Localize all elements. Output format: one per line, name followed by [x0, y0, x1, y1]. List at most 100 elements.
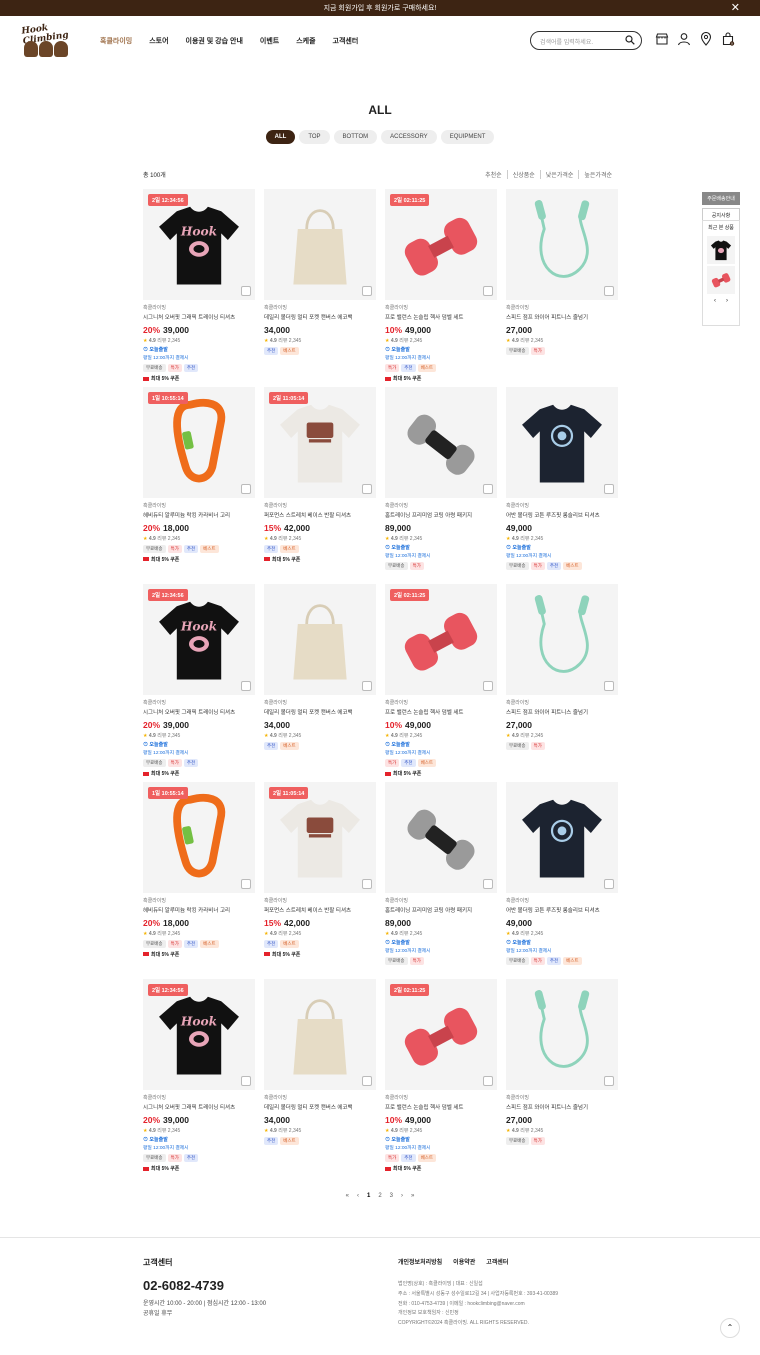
filter-equipment[interactable]: EQUIPMENT: [440, 130, 495, 144]
product-card[interactable]: 훅클라이밍 홈트레이닝 프리미엄 코팅 아령 패키지 89,000 ★ 4.9 리뷰 …: [385, 386, 497, 585]
add-to-cart-icon[interactable]: [362, 681, 372, 691]
product-image[interactable]: [506, 189, 618, 300]
add-to-cart-icon[interactable]: [241, 286, 251, 296]
nav-item-schedule[interactable]: 스케줄: [296, 36, 315, 46]
page-2[interactable]: 2: [378, 1193, 381, 1199]
product-image[interactable]: 2일 02:11:25: [385, 979, 497, 1090]
product-card[interactable]: 훅클라이밍 데일리 볼더링 멀티 포켓 캔버스 에코백 34,000 ★ 4.9 리뷰…: [264, 584, 376, 782]
product-image[interactable]: [385, 386, 497, 498]
add-to-cart-icon[interactable]: [483, 483, 493, 494]
product-name[interactable]: 어반 볼더링 코튼 루즈핏 롱슬리브 티셔츠: [506, 906, 618, 914]
add-to-cart-icon[interactable]: [241, 878, 251, 889]
product-name[interactable]: 스피드 점프 와이어 피트니스 줄넘기: [506, 313, 618, 321]
add-to-cart-icon[interactable]: [483, 681, 493, 691]
sort-recommended[interactable]: 추천순: [480, 170, 507, 179]
page-1[interactable]: 1: [367, 1193, 370, 1199]
page-first[interactable]: «: [346, 1193, 349, 1199]
sort-low-price[interactable]: 낮은가격순: [539, 170, 579, 179]
product-image[interactable]: [506, 781, 618, 893]
product-name[interactable]: 데일리 볼더링 멀티 포켓 캔버스 에코백: [264, 313, 376, 321]
add-to-cart-icon[interactable]: [241, 681, 251, 691]
product-image[interactable]: [506, 386, 618, 498]
add-to-cart-icon[interactable]: [604, 483, 614, 494]
nav-item-store[interactable]: 스토어: [149, 36, 168, 46]
product-card[interactable]: 훅클라이밍 어반 볼더링 코튼 루즈핏 롱슬리브 티셔츠 49,000 ★ 4.9 리…: [506, 386, 618, 585]
product-card[interactable]: Hook 2일 12:34:56 훅클라이밍 시그니처 오버핏 그래픽 트레이닝 티셔…: [143, 584, 255, 782]
product-name[interactable]: 데일리 볼더링 멀티 포켓 캔버스 에코백: [264, 1103, 376, 1111]
product-card[interactable]: 1일 10:55:14 훅클라이밍 헤비듀티 알루미늄 락킹 카라비너 고리 20% 1…: [143, 781, 255, 980]
page-next[interactable]: ›: [401, 1193, 403, 1199]
nav-item-cs[interactable]: 고객센터: [333, 36, 359, 46]
product-image[interactable]: 2일 11:05:14: [264, 781, 376, 893]
user-icon[interactable]: [677, 32, 691, 46]
add-to-cart-icon[interactable]: [362, 483, 372, 494]
add-to-cart-icon[interactable]: [604, 1076, 614, 1086]
product-card[interactable]: 훅클라이밍 데일리 볼더링 멀티 포켓 캔버스 에코백 34,000 ★ 4.9 리뷰…: [264, 979, 376, 1177]
filter-accessory[interactable]: ACCESSORY: [381, 130, 437, 144]
product-card[interactable]: 2일 02:11:25 훅클라이밍 프로 밸런스 논슬립 헥사 덤벨 세트 10% 49…: [385, 584, 497, 782]
search-input[interactable]: 검색어를 입력하세요.: [530, 31, 642, 50]
sort-high-price[interactable]: 높은가격순: [578, 170, 617, 179]
footer-privacy-link[interactable]: 개인정보처리방침: [398, 1257, 442, 1266]
product-card[interactable]: 훅클라이밍 홈트레이닝 프리미엄 코팅 아령 패키지 89,000 ★ 4.9 리뷰 …: [385, 781, 497, 980]
nav-item-pass[interactable]: 이용권 및 강습 안내: [186, 36, 243, 46]
product-card[interactable]: Hook 2일 12:34:56 훅클라이밍 시그니처 오버핏 그래픽 트레이닝 티셔…: [143, 979, 255, 1177]
product-name[interactable]: 프로 밸런스 논슬립 헥사 덤벨 세트: [385, 1103, 497, 1111]
search-icon[interactable]: [625, 35, 635, 45]
product-name[interactable]: 시그니처 오버핏 그래픽 트레이닝 티셔츠: [143, 1103, 255, 1111]
product-name[interactable]: 퍼포먼스 스트레치 베이스 반팔 티셔츠: [264, 511, 376, 519]
product-image[interactable]: [506, 584, 618, 695]
product-name[interactable]: 홈트레이닝 프리미엄 코팅 아령 패키지: [385, 511, 497, 519]
scroll-top-button[interactable]: ⌃: [720, 1318, 740, 1338]
footer-terms-link[interactable]: 이용약관: [453, 1257, 475, 1266]
nav-item-event[interactable]: 이벤트: [260, 36, 279, 46]
order-guide-button[interactable]: 주문배송안내: [702, 192, 740, 205]
product-name[interactable]: 헤비듀티 알루미늄 락킹 카라비너 고리: [143, 906, 255, 914]
page-3[interactable]: 3: [390, 1193, 393, 1199]
filter-top[interactable]: TOP: [299, 130, 330, 144]
filter-bottom[interactable]: BOTTOM: [333, 130, 378, 144]
product-name[interactable]: 시그니처 오버핏 그래픽 트레이닝 티셔츠: [143, 708, 255, 716]
store-icon[interactable]: [655, 32, 669, 46]
page-last[interactable]: »: [411, 1193, 414, 1199]
add-to-cart-icon[interactable]: [604, 681, 614, 691]
product-image[interactable]: 2일 11:05:14: [264, 386, 376, 498]
product-name[interactable]: 시그니처 오버핏 그래픽 트레이닝 티셔츠: [143, 313, 255, 321]
cart-icon[interactable]: 0: [721, 32, 735, 46]
product-name[interactable]: 프로 밸런스 논슬립 헥사 덤벨 세트: [385, 313, 497, 321]
recent-prev-icon[interactable]: ‹: [714, 298, 716, 304]
recent-item[interactable]: [707, 266, 735, 294]
add-to-cart-icon[interactable]: [483, 878, 493, 889]
product-image[interactable]: 1일 10:55:14: [143, 781, 255, 893]
sort-newest[interactable]: 신상품순: [506, 170, 540, 179]
recent-item[interactable]: [707, 236, 735, 264]
nav-item-hookclimbing[interactable]: 훅클라이밍: [100, 36, 132, 46]
add-to-cart-icon[interactable]: [604, 878, 614, 889]
product-image[interactable]: 1일 10:55:14: [143, 386, 255, 498]
add-to-cart-icon[interactable]: [241, 1076, 251, 1086]
product-image[interactable]: Hook 2일 12:34:56: [143, 189, 255, 300]
product-card[interactable]: 훅클라이밍 어반 볼더링 코튼 루즈핏 롱슬리브 티셔츠 49,000 ★ 4.9 리…: [506, 781, 618, 980]
add-to-cart-icon[interactable]: [483, 286, 493, 296]
add-to-cart-icon[interactable]: [483, 1076, 493, 1086]
add-to-cart-icon[interactable]: [241, 483, 251, 494]
product-name[interactable]: 헤비듀티 알루미늄 락킹 카라비너 고리: [143, 511, 255, 519]
product-card[interactable]: Hook 2일 12:34:56 훅클라이밍 시그니처 오버핏 그래픽 트레이닝 티셔…: [143, 189, 255, 387]
product-card[interactable]: 2일 11:05:14 훅클라이밍 퍼포먼스 스트레치 베이스 반팔 티셔츠 15% 4…: [264, 386, 376, 585]
page-prev[interactable]: ‹: [357, 1193, 359, 1199]
product-image[interactable]: [264, 189, 376, 300]
product-name[interactable]: 데일리 볼더링 멀티 포켓 캔버스 에코백: [264, 708, 376, 716]
product-image[interactable]: [264, 979, 376, 1090]
product-card[interactable]: 1일 10:55:14 훅클라이밍 헤비듀티 알루미늄 락킹 카라비너 고리 20% 1…: [143, 386, 255, 585]
product-name[interactable]: 어반 볼더링 코튼 루즈핏 롱슬리브 티셔츠: [506, 511, 618, 519]
add-to-cart-icon[interactable]: [604, 286, 614, 296]
location-icon[interactable]: [699, 32, 713, 46]
product-card[interactable]: 훅클라이밍 스피드 점프 와이어 피트니스 줄넘기 27,000 ★ 4.9 리뷰 2…: [506, 189, 618, 387]
product-image[interactable]: Hook 2일 12:34:56: [143, 584, 255, 695]
product-name[interactable]: 스피드 점프 와이어 피트니스 줄넘기: [506, 708, 618, 716]
product-image[interactable]: 2일 02:11:25: [385, 584, 497, 695]
product-name[interactable]: 스피드 점프 와이어 피트니스 줄넘기: [506, 1103, 618, 1111]
product-card[interactable]: 훅클라이밍 데일리 볼더링 멀티 포켓 캔버스 에코백 34,000 ★ 4.9 리뷰…: [264, 189, 376, 387]
product-image[interactable]: Hook 2일 12:34:56: [143, 979, 255, 1090]
product-card[interactable]: 훅클라이밍 스피드 점프 와이어 피트니스 줄넘기 27,000 ★ 4.9 리뷰 2…: [506, 979, 618, 1177]
